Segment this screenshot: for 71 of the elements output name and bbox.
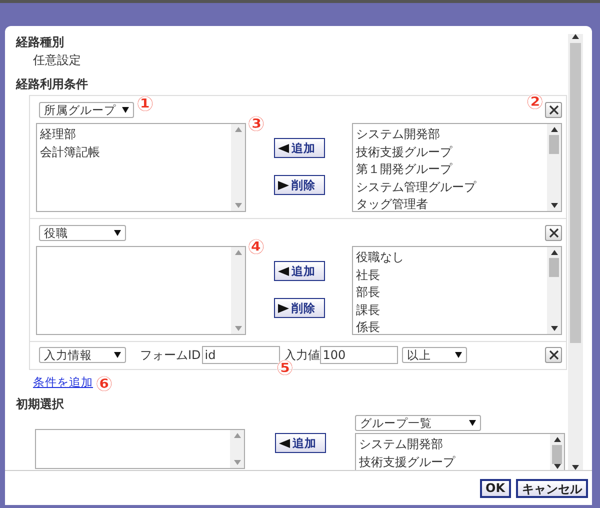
- section-label: 経路種別: [16, 34, 65, 50]
- dropdown[interactable]: 入力情報: [39, 347, 126, 363]
- list-item[interactable]: 技術支援グループ: [356, 144, 544, 161]
- input-field[interactable]: 100: [320, 346, 398, 364]
- list-item[interactable]: 社長: [356, 266, 544, 284]
- scroll-thumb[interactable]: [552, 445, 562, 464]
- scroll-up-icon[interactable]: [554, 437, 560, 442]
- list-box[interactable]: 役職なし 社長 部長 課長 係長: [352, 246, 562, 335]
- caret-icon: [114, 352, 121, 358]
- list-item[interactable]: 部長: [356, 284, 544, 302]
- input-field[interactable]: id: [202, 346, 280, 364]
- section-value: 任意設定: [33, 52, 82, 68]
- list-box[interactable]: 経理部 会計簿記帳: [36, 123, 246, 212]
- callout-number: ①: [136, 94, 154, 115]
- delete-button[interactable]: 削除: [274, 175, 324, 195]
- list-item[interactable]: 係長: [356, 319, 544, 334]
- callout-number: ③: [247, 114, 265, 135]
- list-item[interactable]: タッグ管理者: [356, 196, 544, 211]
- scroll-down-icon[interactable]: [550, 203, 558, 208]
- list-item[interactable]: 技術支援グループ: [359, 454, 547, 470]
- remove-button[interactable]: [545, 102, 562, 118]
- remove-button[interactable]: [545, 347, 562, 363]
- callout-number: ②: [526, 92, 544, 113]
- list-item[interactable]: システム開発部: [359, 436, 547, 454]
- caret-icon: [114, 230, 121, 236]
- list-item[interactable]: 経理部: [40, 126, 228, 144]
- section-label: 初期選択: [16, 396, 65, 412]
- scroll-down-icon[interactable]: [572, 465, 579, 470]
- scroll-up-icon[interactable]: [572, 34, 579, 39]
- remove-button[interactable]: [545, 225, 562, 241]
- add-button[interactable]: 追加: [274, 261, 324, 281]
- left-triangle-icon: [278, 144, 288, 152]
- add-condition-link[interactable]: 条件を追加: [33, 375, 93, 390]
- callout-number: ⑥: [95, 374, 113, 395]
- dropdown[interactable]: グループ一覧: [355, 415, 481, 431]
- list-box[interactable]: システム開発部 技術支援グループ: [355, 433, 565, 470]
- left-triangle-icon: [278, 438, 290, 448]
- list-item[interactable]: 会計簿記帳: [40, 144, 228, 161]
- scroll-thumb[interactable]: [549, 258, 559, 277]
- close-icon: [548, 228, 558, 238]
- dropdown[interactable]: 所属グループ: [39, 102, 134, 118]
- dialog-button[interactable]: キャンセル: [516, 478, 588, 498]
- scroll-down-icon[interactable]: [550, 326, 558, 331]
- add-button[interactable]: 追加: [274, 433, 326, 453]
- scroll-up-icon[interactable]: [550, 250, 558, 255]
- dialog-button[interactable]: OK: [480, 478, 511, 498]
- right-triangle-icon: [278, 180, 288, 190]
- scrollbar[interactable]: [568, 34, 583, 470]
- caret-icon: [122, 107, 129, 113]
- scroll-thumb[interactable]: [549, 135, 559, 154]
- caret-icon: [454, 352, 462, 358]
- dropdown[interactable]: 以上: [402, 347, 467, 363]
- list-item[interactable]: システム管理グループ: [356, 178, 544, 196]
- dropdown[interactable]: 役職: [39, 225, 126, 241]
- close-icon: [548, 350, 558, 360]
- field-label: フォームID: [140, 346, 201, 364]
- list-item[interactable]: 役職なし: [356, 249, 544, 266]
- list-item[interactable]: システム開発部: [356, 126, 544, 144]
- list-item[interactable]: 第１開発グループ: [356, 161, 544, 178]
- caret-icon: [469, 420, 476, 426]
- scroll-up-icon[interactable]: [550, 127, 558, 132]
- add-button[interactable]: 追加: [274, 138, 324, 158]
- delete-button[interactable]: 削除: [274, 298, 324, 318]
- section-label: 経路利用条件: [16, 76, 89, 92]
- list-box[interactable]: システム開発部 技術支援グループ 第１開発グループ システム管理グループ タッグ管理者: [352, 123, 562, 212]
- list-item[interactable]: 課長: [356, 302, 544, 319]
- left-triangle-icon: [278, 266, 288, 276]
- field-label: 入力値: [284, 346, 320, 362]
- right-triangle-icon: [278, 304, 288, 312]
- callout-number: ④: [247, 237, 265, 258]
- close-icon: [548, 105, 558, 115]
